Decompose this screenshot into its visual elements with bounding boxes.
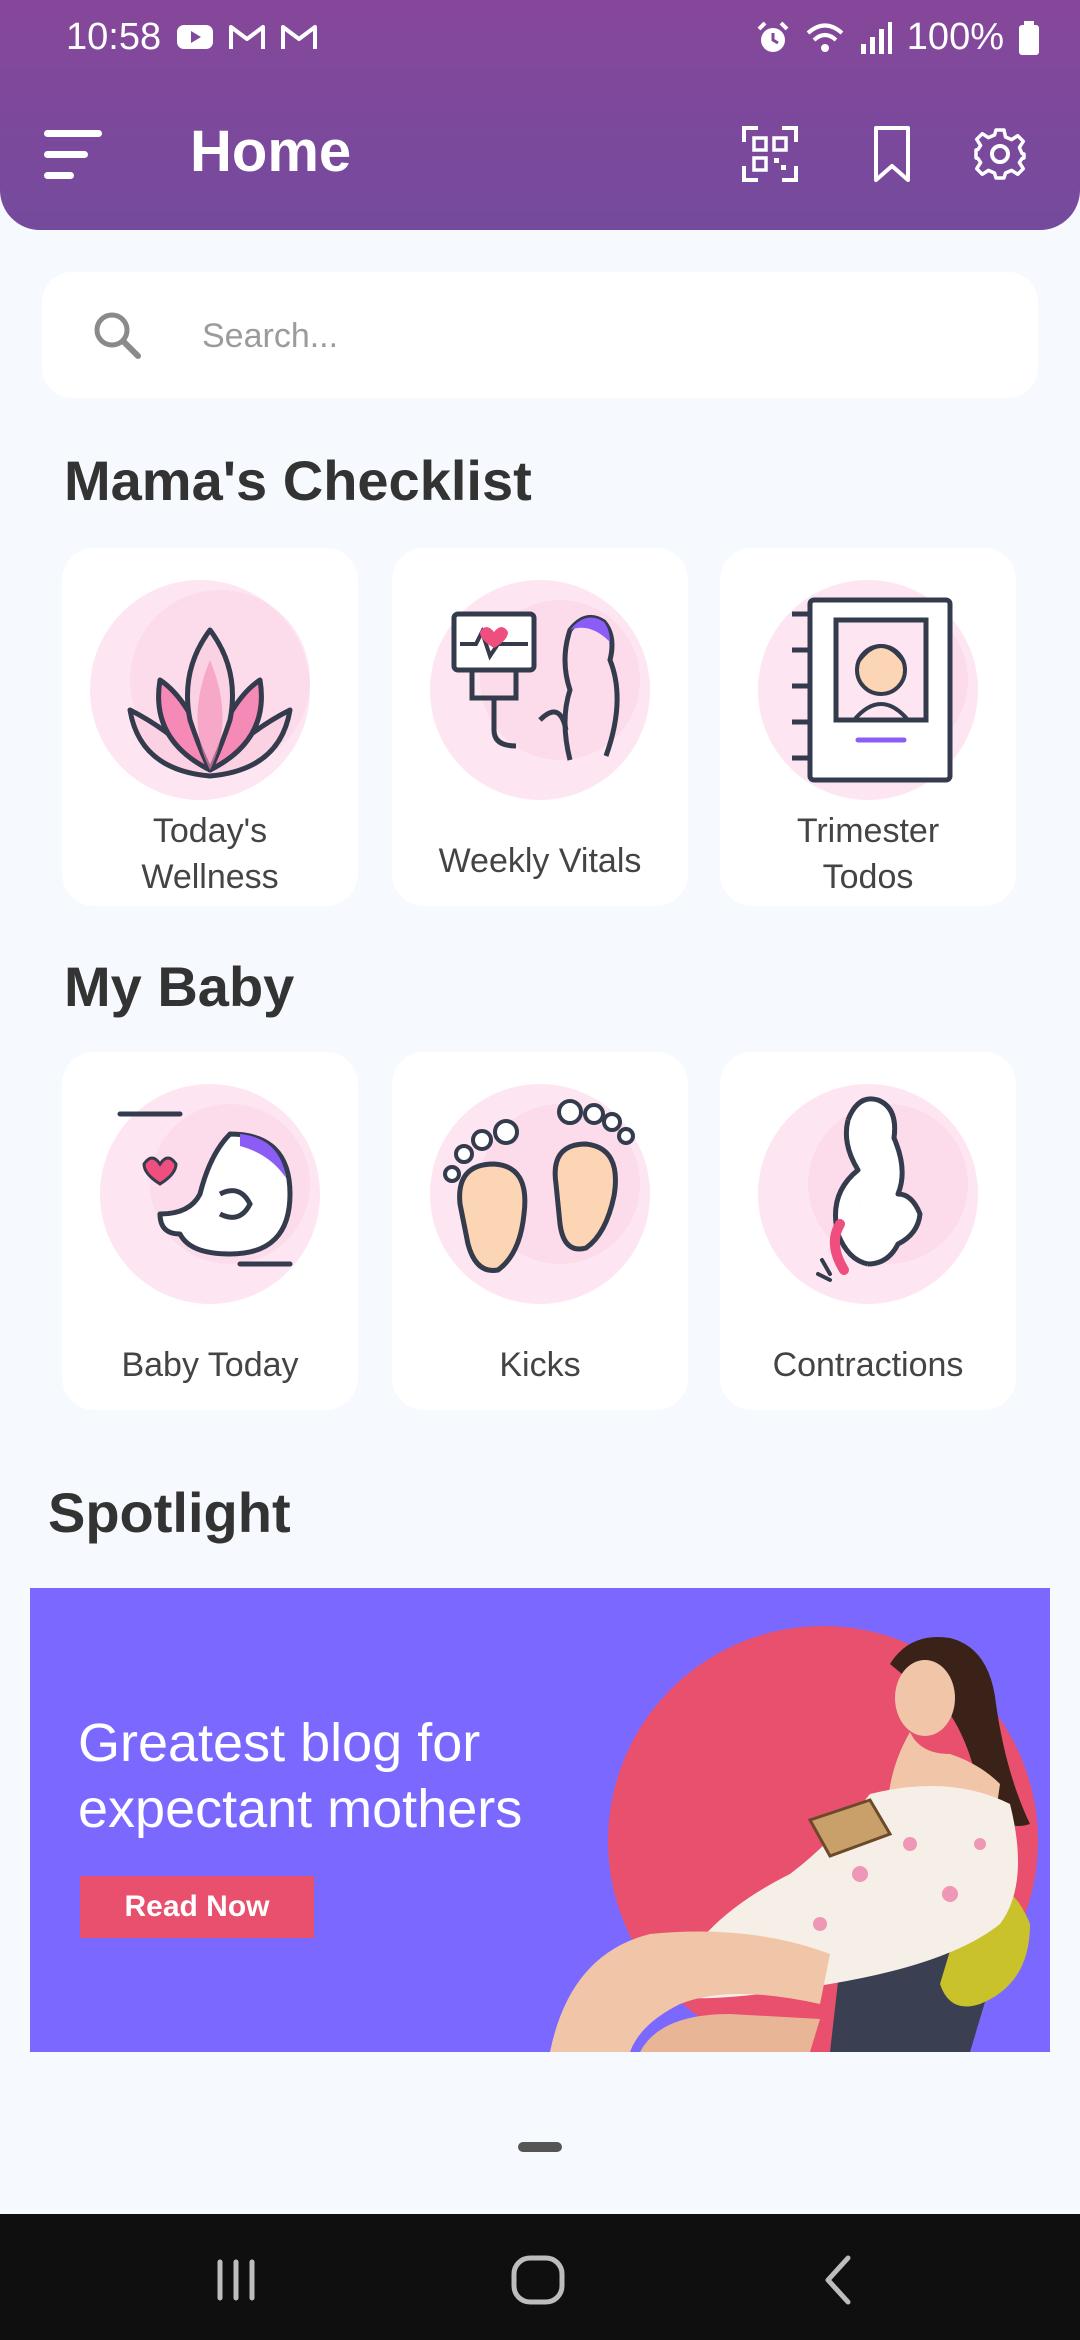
gmail-icon: [229, 25, 265, 49]
wifi-icon: [806, 23, 844, 52]
card-label: Kicks: [499, 1346, 581, 1384]
search-icon: [94, 312, 141, 359]
card-trimester-todos[interactable]: Trimester Todos: [720, 548, 1016, 906]
gmail-icon: [281, 25, 317, 49]
page-indicator: [518, 2142, 562, 2152]
card-label: Baby Today: [121, 1346, 299, 1384]
lotus-icon: [90, 580, 310, 800]
fetus-icon: [100, 1084, 320, 1304]
card-kicks[interactable]: Kicks: [392, 1052, 688, 1410]
card-label-line1: Today's: [152, 812, 268, 850]
bookmark-icon[interactable]: [862, 124, 922, 184]
card-label: Today's Wellness: [62, 808, 358, 900]
spotlight-title: Spotlight: [48, 1481, 291, 1544]
card-label: Contractions: [772, 1346, 964, 1384]
card-label-line2: Todos: [822, 858, 914, 896]
search-input[interactable]: [200, 302, 984, 370]
system-nav-bar: [0, 2214, 1080, 2340]
checklist-title: Mama's Checklist: [64, 449, 532, 512]
status-bar: 10:58 100%: [0, 0, 1080, 80]
card-label-line1: Trimester: [796, 812, 940, 850]
read-now-button[interactable]: Read Now: [80, 1876, 314, 1938]
page-title: Home: [190, 119, 352, 184]
app-bar: 10:58 100% Home: [0, 0, 1080, 230]
status-time: 10:58: [66, 16, 162, 58]
card-weekly-vitals[interactable]: Weekly Vitals: [392, 548, 688, 906]
my-baby-title: My Baby: [64, 955, 295, 1018]
recent-apps-icon[interactable]: [206, 2250, 266, 2310]
card-label-line2: Wellness: [141, 858, 279, 896]
card-baby-today[interactable]: Baby Today: [62, 1052, 358, 1410]
search-bar[interactable]: [42, 272, 1038, 398]
baby-book-icon: [758, 580, 978, 800]
card-contractions[interactable]: Contractions: [720, 1052, 1016, 1410]
qr-scan-icon[interactable]: [740, 124, 800, 184]
card-label: Trimester Todos: [720, 808, 1016, 900]
battery-icon: [1019, 20, 1039, 55]
back-icon[interactable]: [810, 2250, 870, 2310]
signal-icon: [860, 21, 892, 54]
spotlight-banner[interactable]: Greatest blog for expectant mothers Read…: [30, 1588, 1050, 2052]
banner-headline: Greatest blog for expectant mothers: [78, 1713, 523, 1839]
pregnant-woman-icon: [758, 1084, 978, 1304]
battery-percent: 100%: [906, 16, 1004, 58]
card-label: Weekly Vitals: [438, 842, 642, 880]
baby-feet-icon: [430, 1084, 650, 1304]
alarm-icon: [757, 21, 789, 52]
notification-icons: [176, 22, 318, 52]
youtube-icon: [177, 25, 213, 49]
card-todays-wellness[interactable]: Today's Wellness: [62, 548, 358, 906]
gear-icon[interactable]: [970, 124, 1030, 184]
system-status: 100%: [755, 16, 1040, 59]
menu-icon[interactable]: [44, 128, 106, 182]
home-icon[interactable]: [508, 2250, 568, 2310]
ultrasound-icon: [430, 580, 650, 800]
